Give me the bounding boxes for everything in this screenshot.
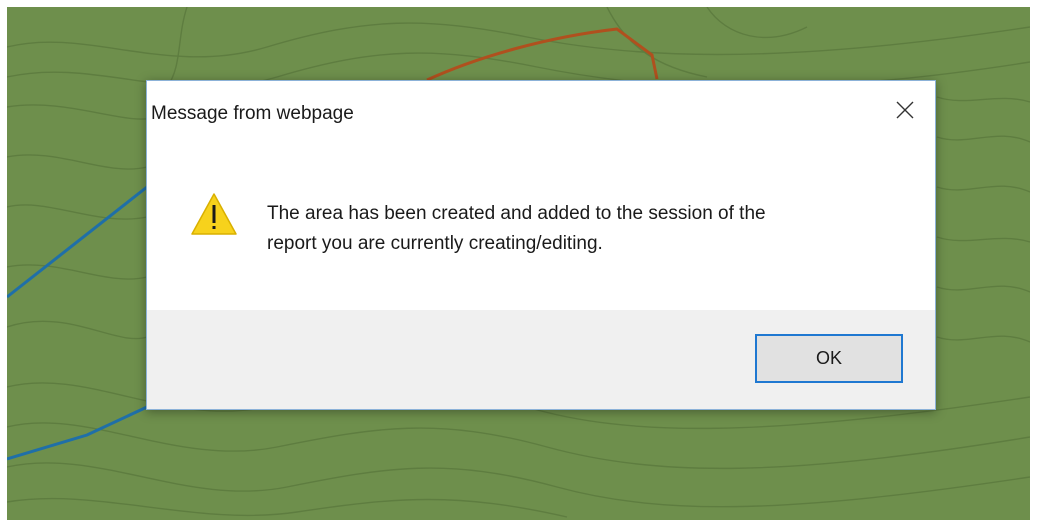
- ok-button[interactable]: OK: [755, 334, 903, 383]
- warning-icon: [191, 193, 237, 235]
- close-icon: [896, 101, 914, 119]
- dialog-title: Message from webpage: [151, 103, 354, 124]
- dialog-message: The area has been created and added to t…: [267, 199, 897, 259]
- close-button[interactable]: [885, 91, 925, 129]
- message-line-1: The area has been created and added to t…: [267, 203, 766, 224]
- message-line-2: report you are currently creating/editin…: [267, 233, 603, 254]
- message-dialog: Message from webpage The area has been c…: [146, 80, 936, 410]
- dialog-footer: OK: [147, 310, 935, 409]
